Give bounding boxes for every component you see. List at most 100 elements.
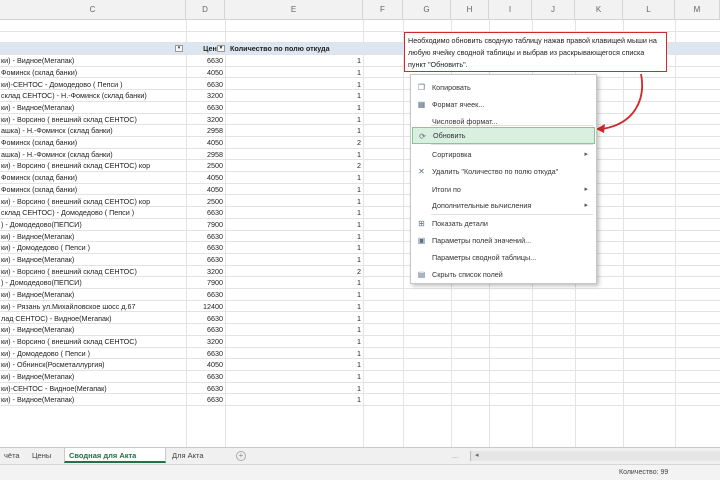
table-row[interactable]: склад СЕНТОС) - Домодедово ( Пепси ) 6630… <box>0 207 720 219</box>
price-cell[interactable]: 4050 <box>186 184 225 195</box>
route-cell[interactable]: ки) - Видное(Мегапак) <box>0 55 186 66</box>
price-cell[interactable]: 6630 <box>186 348 225 359</box>
menu-item-0[interactable]: ❐ Копировать <box>412 79 595 96</box>
quantity-cell[interactable]: 2 <box>225 137 363 148</box>
quantity-cell[interactable]: 1 <box>225 207 363 218</box>
quantity-cell[interactable]: 1 <box>225 348 363 359</box>
menu-item-4[interactable]: Сортировка ▸ <box>412 146 595 163</box>
table-row[interactable]: ашка) - Н.-Фоминск (склад банки) 2958 1 <box>0 149 720 161</box>
table-row[interactable]: Фоминск (склад банки) 4050 1 <box>0 184 720 196</box>
route-cell[interactable]: ки) - Видное(Мегапак) <box>0 394 186 405</box>
table-row[interactable]: ки) - Видное(Мегапак) 6630 1 <box>0 231 720 243</box>
route-cell[interactable]: лад СЕНТОС) - Видное(Мегапак) <box>0 313 186 324</box>
table-row[interactable]: ки) - Обнинск(Росметаллургия) 4050 1 <box>0 359 720 371</box>
quantity-cell[interactable]: 1 <box>225 114 363 125</box>
quantity-cell[interactable]: 1 <box>225 55 363 66</box>
table-row[interactable]: ки) - Ворсино ( внешний склад СЕНТОС) 320… <box>0 336 720 348</box>
quantity-cell[interactable]: 1 <box>225 336 363 347</box>
dropdown-filter-icon[interactable]: ▾ <box>175 45 183 53</box>
price-cell[interactable]: 6630 <box>186 102 225 113</box>
menu-item-1[interactable]: ▦ Формат ячеек... <box>412 96 595 113</box>
column-header-f[interactable]: F <box>363 0 403 20</box>
price-cell[interactable]: 6630 <box>186 254 225 265</box>
quantity-cell[interactable]: 1 <box>225 242 363 253</box>
quantity-cell[interactable]: 1 <box>225 90 363 101</box>
add-sheet-icon[interactable]: + <box>236 451 246 461</box>
price-cell[interactable]: 3200 <box>186 336 225 347</box>
route-cell[interactable]: ки) - Домодедово ( Пепси ) <box>0 242 186 253</box>
table-row[interactable]: лад СЕНТОС) - Видное(Мегапак) 6630 1 <box>0 313 720 325</box>
route-cell[interactable]: ки) - Видное(Мегапак) <box>0 102 186 113</box>
route-cell[interactable]: ки) - Домодедово ( Пепси ) <box>0 348 186 359</box>
route-cell[interactable]: ки)-СЕНТОС - Видное(Мегапак) <box>0 383 186 394</box>
table-row[interactable]: ки) - Домодедово ( Пепси ) 6630 1 <box>0 348 720 360</box>
table-row[interactable]: ки) - Видное(Мегапак) 6630 1 <box>0 254 720 266</box>
quantity-cell[interactable]: 1 <box>225 359 363 370</box>
route-cell[interactable]: ки) - Видное(Мегапак) <box>0 231 186 242</box>
quantity-cell[interactable]: 1 <box>225 67 363 78</box>
price-cell[interactable]: 2500 <box>186 160 225 171</box>
price-cell[interactable]: 2958 <box>186 149 225 160</box>
price-cell[interactable]: 6630 <box>186 207 225 218</box>
menu-item-7[interactable]: Дополнительные вычисления ▸ <box>412 197 595 214</box>
menu-item-3[interactable]: ⟳ Обновить <box>412 127 595 144</box>
route-cell[interactable]: ки) - Видное(Мегапак) <box>0 371 186 382</box>
menu-item-5[interactable]: ✕ Удалить "Количество по полю откуда" <box>412 163 595 180</box>
route-cell[interactable]: ки) - Видное(Мегапак) <box>0 324 186 335</box>
table-row[interactable]: ки) - Ворсино ( внешний склад СЕНТОС) ко… <box>0 196 720 208</box>
menu-item-11[interactable]: ▤ Скрыть список полей <box>412 266 595 283</box>
column-header-d[interactable]: D <box>186 0 225 20</box>
quantity-cell[interactable]: 1 <box>225 102 363 113</box>
quantity-cell[interactable]: 1 <box>225 371 363 382</box>
tab-overflow-ellipsis[interactable]: ... <box>448 448 462 463</box>
quantity-cell[interactable]: 1 <box>225 301 363 312</box>
route-cell[interactable]: ки)-СЕНТОС - Домодедово ( Пепси ) <box>0 79 186 90</box>
route-cell[interactable]: Фоминск (склад банки) <box>0 67 186 78</box>
quantity-cell[interactable]: 1 <box>225 254 363 265</box>
sheet-tab-0[interactable]: чёта <box>0 448 24 463</box>
quantity-cell[interactable]: 1 <box>225 219 363 230</box>
table-row[interactable]: ки) - Видное(Мегапак) 6630 1 <box>0 289 720 301</box>
route-cell[interactable]: ашка) - Н.-Фоминск (склад банки) <box>0 149 186 160</box>
scroll-left-icon[interactable]: ◂ <box>475 451 479 461</box>
quantity-cell[interactable]: 1 <box>225 289 363 300</box>
filter-applied-icon[interactable]: ▼ <box>217 45 225 53</box>
quantity-cell[interactable]: 2 <box>225 160 363 171</box>
route-cell[interactable]: ) - Домодедово(ПЕПСИ) <box>0 277 186 288</box>
header-quantity[interactable]: Количество по полю откуда <box>225 43 363 54</box>
table-row[interactable]: ки) - Видное(Мегапак) 6630 1 <box>0 371 720 383</box>
quantity-cell[interactable]: 1 <box>225 184 363 195</box>
route-cell[interactable]: ки) - Видное(Мегапак) <box>0 289 186 300</box>
table-row[interactable]: Фоминск (склад банки) 4050 1 <box>0 172 720 184</box>
column-header-e[interactable]: E <box>225 0 363 20</box>
sheet-tab-prices[interactable]: Цены <box>28 448 55 463</box>
route-cell[interactable]: склад СЕНТОС) - Домодедово ( Пепси ) <box>0 207 186 218</box>
quantity-cell[interactable]: 1 <box>225 313 363 324</box>
price-cell[interactable]: 4050 <box>186 67 225 78</box>
table-row[interactable]: ки)-СЕНТОС - Видное(Мегапак) 6630 1 <box>0 383 720 395</box>
column-header-c[interactable]: C <box>0 0 186 20</box>
price-cell[interactable]: 7900 <box>186 277 225 288</box>
table-row[interactable]: ки) - Ворсино ( внешний склад СЕНТОС) ко… <box>0 160 720 173</box>
table-row[interactable]: ки) - Домодедово ( Пепси ) 6630 1 <box>0 242 720 254</box>
route-cell[interactable]: ки) - Ворсино ( внешний склад СЕНТОС) <box>0 266 186 277</box>
grid-row-empty[interactable] <box>0 20 720 32</box>
price-cell[interactable]: 3200 <box>186 266 225 277</box>
price-cell[interactable]: 3200 <box>186 114 225 125</box>
table-row[interactable]: ) - Домодедово(ПЕПСИ) 7900 1 <box>0 219 720 231</box>
quantity-cell[interactable]: 1 <box>225 277 363 288</box>
column-header-l[interactable]: L <box>623 0 675 20</box>
quantity-cell[interactable]: 2 <box>225 266 363 277</box>
price-cell[interactable]: 2958 <box>186 125 225 136</box>
quantity-cell[interactable]: 1 <box>225 172 363 183</box>
sheet-tab-act[interactable]: Для Акта <box>168 448 208 463</box>
price-cell[interactable]: 6630 <box>186 383 225 394</box>
route-cell[interactable]: ашка) - Н.-Фоминск (склад банки) <box>0 125 186 136</box>
price-cell[interactable]: 6630 <box>186 324 225 335</box>
quantity-cell[interactable]: 1 <box>225 324 363 335</box>
route-cell[interactable]: ки) - Видное(Мегапак) <box>0 254 186 265</box>
horizontal-scrollbar[interactable]: ◂ <box>470 451 720 461</box>
quantity-cell[interactable]: 1 <box>225 383 363 394</box>
table-row[interactable]: Фоминск (склад банки) 4050 2 <box>0 137 720 149</box>
menu-item-10[interactable]: Параметры сводной таблицы... <box>412 249 595 266</box>
